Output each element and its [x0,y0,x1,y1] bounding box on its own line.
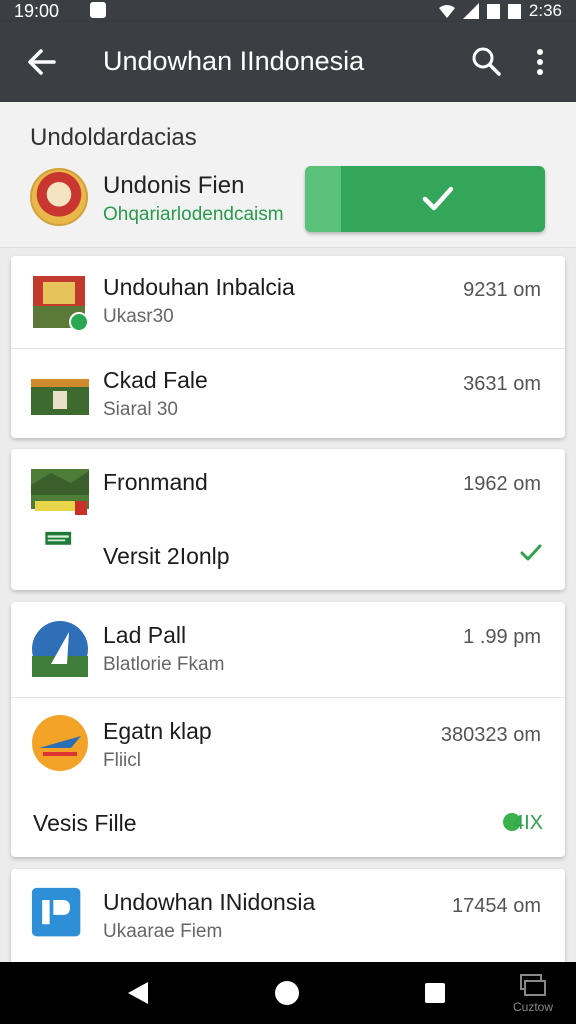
item-name: Undouhan Inbalcia [103,274,295,300]
item-subtitle: Blatlorie Fkam [103,654,225,675]
item-name: Ckad Fale [103,367,208,393]
more-vert-icon[interactable] [528,46,552,78]
signal-icon [462,3,479,19]
nav-back-icon[interactable] [128,982,148,1004]
app-logo-icon [31,887,81,937]
search-icon[interactable] [470,44,502,78]
landscape-thumbnail-icon [31,469,89,515]
account-name: Undonis Fien [103,172,245,199]
item-size: 17454 om [452,895,541,917]
download-card: Fronmand 1962 om Versit 2Ionlp [11,449,565,590]
list-item[interactable]: Versit 2Ionlp [11,519,565,590]
item-subtitle: Siaral 30 [103,399,178,420]
item-name: Lad Pall [103,622,187,648]
status-badge: 4IX [512,812,543,834]
list-item[interactable]: Vesis Fille 4IX [11,788,565,857]
list-item[interactable]: Fronmand 1962 om [11,449,565,519]
item-subtitle: Fliicl [103,750,141,771]
page-title: Undowhan IIndonesia [103,46,365,76]
list-item[interactable]: Lad Pall Blatlorie Fkam 1 .99 pm [11,602,565,697]
button-highlight [305,166,341,232]
download-card: Lad Pall Blatlorie Fkam 1 .99 pm Egatn k… [11,602,565,857]
item-size: 1 .99 pm [463,626,541,648]
nav-recents-icon[interactable] [425,983,445,1003]
battery-icon [507,3,521,19]
section-title: Undoldardacias [30,124,197,151]
app-thumbnail-icon [33,276,89,332]
wifi-icon [438,5,455,18]
confirm-button[interactable] [305,166,545,232]
status-time: 19:00 [14,1,60,21]
item-subtitle: Ukasr30 [103,306,174,327]
nav-extra-label: Cuztow [512,1000,553,1014]
status-icons: 2:36 [438,0,562,22]
landscape-thumbnail-icon [31,379,89,415]
item-subtitle: Ukaarae Fiem [103,921,223,942]
check-icon [422,186,454,211]
sim-icon [486,3,500,19]
status-bar: 19:00 2:36 [0,0,576,22]
item-name: Versit 2Ionlp [103,543,230,569]
emblem-avatar [30,168,88,226]
navigation-bar: Cuztow [0,962,576,1024]
list-item[interactable]: Egatn klap Fliicl 380323 om [11,698,565,788]
app-bar: Undowhan IIndonesia [0,22,576,102]
back-arrow-icon[interactable] [24,44,60,80]
plane-thumbnail-icon [32,715,88,771]
item-size: 380323 om [440,724,541,746]
window-icon [524,980,546,996]
item-size: 9231 om [463,279,541,301]
notification-icon [90,2,106,18]
nav-home-icon[interactable] [275,981,299,1005]
item-name: Egatn klap [103,718,212,744]
list-item[interactable]: Undowhan INidonsia Ukaarae Fiem 17454 om [11,869,565,962]
battery-text: 2:36 [528,1,562,20]
check-icon [520,544,542,561]
banner-thumbnail-icon [45,531,72,545]
item-size: 3631 om [463,373,541,395]
item-name: Vesis Fille [33,810,137,836]
account-header: Undoldardacias Undonis Fien Ohqariarlode… [0,102,576,248]
nav-extra-button[interactable]: Cuztow [508,972,558,1018]
download-card: Undowhan INidonsia Ukaarae Fiem 17454 om [11,869,565,969]
item-name: Fronmand [103,469,208,495]
list-item[interactable]: Ckad Fale Siaral 30 3631 om [11,349,565,438]
item-name: Undowhan INidonsia [103,889,316,915]
item-size: 1962 om [463,473,541,495]
sail-thumbnail-icon [32,621,88,677]
download-card: Undouhan Inbalcia Ukasr30 9231 om Ckad F… [11,256,565,438]
list-item[interactable]: Undouhan Inbalcia Ukasr30 9231 om [11,256,565,348]
account-subtitle: Ohqariarlodendcaism [103,204,284,225]
